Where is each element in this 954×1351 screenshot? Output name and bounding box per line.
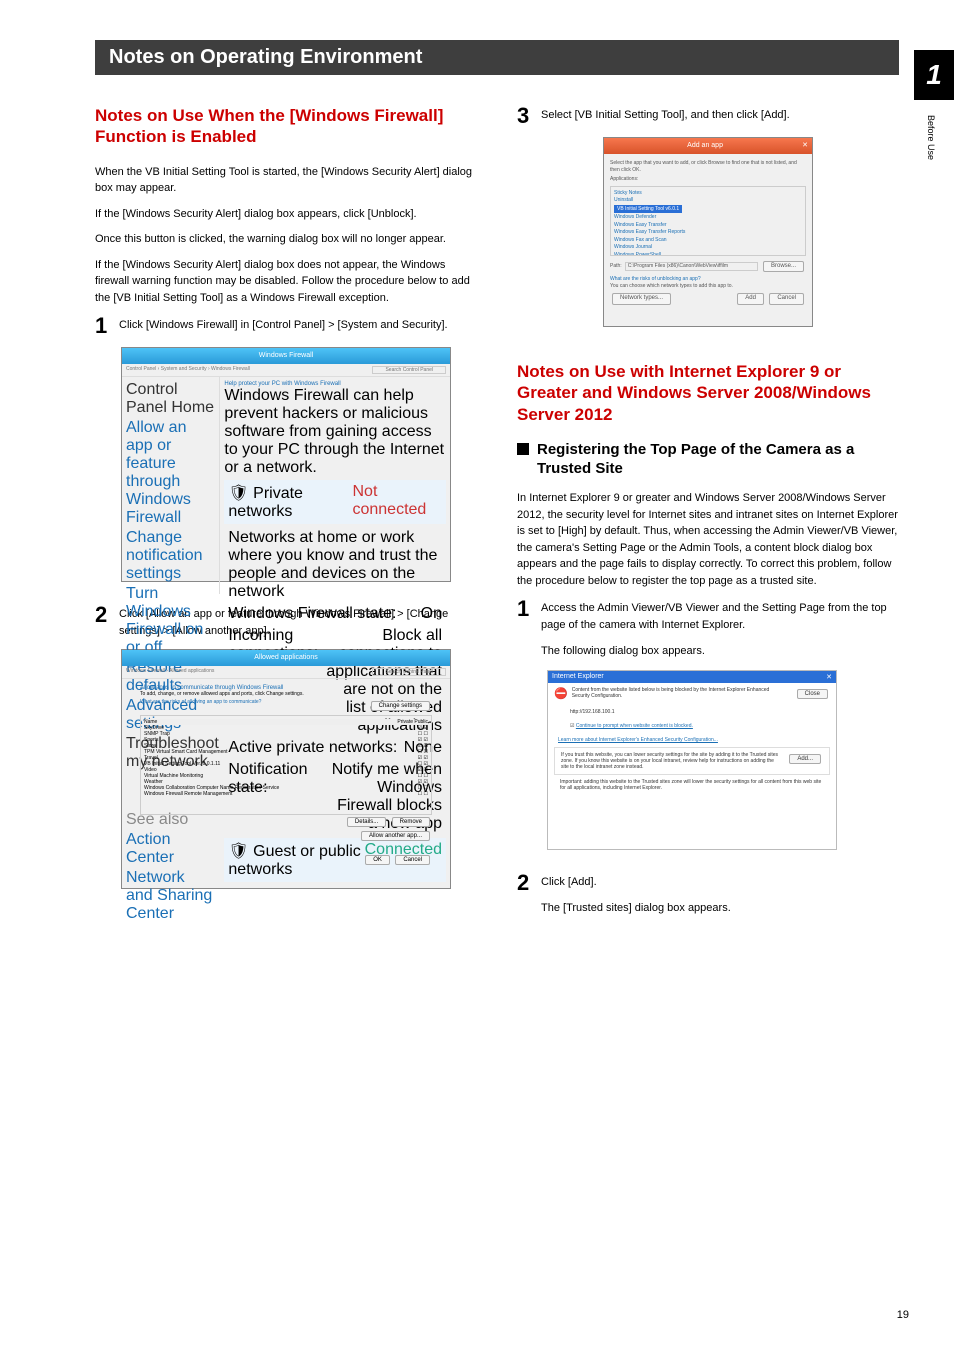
left-p3: Once this button is clicked, the warning… xyxy=(95,231,477,248)
addapp-h1: Select the app that you want to add, or … xyxy=(610,160,806,173)
wf-priv: Private networks xyxy=(228,485,303,520)
allowed-remove-btn: Remove xyxy=(392,817,430,827)
allowed-search: Search Control Panel xyxy=(372,668,446,676)
allowed-another-btn: Allow another app... xyxy=(361,831,430,841)
ie-close-btn: Close xyxy=(797,689,828,699)
list-item: Sticky Notes xyxy=(614,190,802,197)
wf-nav-turn: Turn Windows Firewall on or off xyxy=(126,585,215,657)
ie-msg1: Content from the website listed below is… xyxy=(572,687,789,701)
sidebar-label: Before Use xyxy=(926,115,936,160)
left-step-1: 1 Click [Windows Firewall] in [Control P… xyxy=(95,315,477,337)
list-item: Windows Firewall Remote Management xyxy=(144,791,232,797)
list-item: Windows PowerShell xyxy=(614,252,802,256)
page-tab: 1 xyxy=(914,50,954,100)
ie-url: http://192.168.100.1 xyxy=(548,705,836,719)
screenshot-add-an-app: Add an app ✕ Select the app that you want… xyxy=(603,137,813,327)
addapp-browse-btn: Browse... xyxy=(763,261,804,273)
allowed-risk: What are the risks of allowing an app to… xyxy=(140,699,261,713)
allowed-bc: Windows Firewall › Allowed applications xyxy=(126,668,214,676)
subsection-trusted-site: Registering the Top Page of the Camera a… xyxy=(517,441,899,479)
addapp-nettypes-btn: Network types... xyxy=(612,293,671,305)
close-icon: ✕ xyxy=(802,138,808,154)
right-step-1: 1 Access the Admin Viewer/VB Viewer and … xyxy=(517,598,899,660)
screenshot-allowed-apps: Allowed applications Windows Firewall › … xyxy=(121,649,451,889)
page-number: 19 xyxy=(897,1309,909,1321)
right-step-2: 2 Click [Add]. The [Trusted sites] dialo… xyxy=(517,872,899,917)
page-banner-title: Notes on Operating Environment xyxy=(109,46,422,68)
screenshot-ie-blocked: Internet Explorer ✕ ⛔ Content from the web… xyxy=(547,670,837,850)
list-item: Windows Defender xyxy=(614,214,802,221)
ie-msg2: If you trust this website, you can lower… xyxy=(561,752,781,770)
right-step-3-text: Select [VB Initial Setting Tool], and th… xyxy=(541,105,790,127)
right-step-2-after: The [Trusted sites] dialog box appears. xyxy=(541,898,731,917)
addapp-apps-lbl: Applications: xyxy=(610,176,806,183)
step-number: 1 xyxy=(517,598,531,660)
addapp-list: Sticky Notes Uninstall VB Initial Settin… xyxy=(610,186,806,256)
wf-nav-home: Control Panel Home xyxy=(126,381,215,417)
subsection-title: Registering the Top Page of the Camera a… xyxy=(537,441,899,479)
allowed-col-priv: Private xyxy=(397,719,413,725)
wf-breadcrumb: Control Panel › System and Security › Wi… xyxy=(126,366,250,374)
list-item: Windows Easy Transfer xyxy=(614,222,802,229)
ie-msg3: Important: adding this website to the Tr… xyxy=(554,775,830,795)
wf-priv-desc: Networks at home or work where you know … xyxy=(224,527,446,603)
allowed-cancel-btn: Cancel xyxy=(395,855,430,865)
ie-add-btn: Add... xyxy=(789,754,821,764)
wf-nav: Control Panel Home Allow an app or featu… xyxy=(122,377,220,594)
addapp-cancel-btn: Cancel xyxy=(769,293,804,305)
step-number: 3 xyxy=(517,105,531,127)
left-p4: If the [Windows Security Alert] dialog b… xyxy=(95,257,477,307)
screenshot-windows-firewall: Windows Firewall Control Panel › System … xyxy=(121,347,451,582)
wf-state-lbl: Windows Firewall state: xyxy=(228,605,396,623)
addapp-path-val: C:\Program Files (x86)\Canon\WebView\iff… xyxy=(625,262,758,271)
addapp-choose: You can choose which network types to ad… xyxy=(610,283,806,290)
right-p1: In Internet Explorer 9 or greater and Wi… xyxy=(517,490,899,589)
allowed-details-btn: Details... xyxy=(347,817,386,827)
tab-number: 1 xyxy=(926,59,942,91)
ie-learn-link: Learn more about Internet Explorer's Enh… xyxy=(558,737,718,743)
wf-title: Windows Firewall xyxy=(122,348,450,364)
addapp-path-lbl: Path: xyxy=(610,263,622,270)
left-column: Notes on Use When the [Windows Firewall]… xyxy=(95,105,477,927)
wf-priv-state: Not connected xyxy=(352,483,442,521)
allowed-title: Allowed applications xyxy=(122,650,450,666)
right-step-2-text: Click [Add]. xyxy=(541,872,731,891)
ie-title: Internet Explorer xyxy=(552,673,604,681)
left-heading: Notes on Use When the [Windows Firewall]… xyxy=(95,105,477,148)
list-item: Uninstall xyxy=(614,197,802,204)
list-item-selected: VB Initial Setting Tool v6.0.1 xyxy=(614,205,682,214)
ie-checkbox-label: Continue to prompt when website content … xyxy=(576,723,693,729)
shield-icon: ⛔ xyxy=(554,687,568,701)
wf-nav-allow: Allow an app or feature through Windows … xyxy=(126,419,215,527)
list-item: Windows Easy Transfer Reports xyxy=(614,229,802,236)
right-heading: Notes on Use with Internet Explorer 9 or… xyxy=(517,361,899,425)
step-number: 2 xyxy=(517,872,531,917)
square-marker-icon xyxy=(517,443,529,455)
allowed-table: NamePrivate Public SkyDrive☑ ☑ SNMP Trap… xyxy=(140,715,432,815)
addapp-title: Add an app xyxy=(687,138,723,154)
close-icon: ✕ xyxy=(826,673,832,681)
right-column: 3 Select [VB Initial Setting Tool], and … xyxy=(517,105,899,927)
step-number: 1 xyxy=(95,315,109,337)
left-step-1-text: Click [Windows Firewall] in [Control Pan… xyxy=(119,315,448,337)
allowed-ok-btn: OK xyxy=(365,855,390,865)
allowed-sub: To add, change, or remove allowed apps a… xyxy=(140,691,432,697)
list-item: Windows Journal xyxy=(614,244,802,251)
page-banner: Notes on Operating Environment xyxy=(95,40,899,75)
left-p2: If the [Windows Security Alert] dialog b… xyxy=(95,206,477,223)
right-step-3: 3 Select [VB Initial Setting Tool], and … xyxy=(517,105,899,127)
wf-h2: Windows Firewall can help prevent hacker… xyxy=(224,387,446,477)
wf-nav-notify: Change notification settings xyxy=(126,529,215,583)
right-step-1-text: Access the Admin Viewer/VB Viewer and th… xyxy=(541,598,899,633)
list-item: Windows Fax and Scan xyxy=(614,237,802,244)
step-number: 2 xyxy=(95,604,109,639)
left-p1: When the VB Initial Setting Tool is star… xyxy=(95,164,477,197)
wf-search: Search Control Panel xyxy=(372,366,446,374)
allowed-change-btn: Change settings xyxy=(371,701,430,711)
right-step-1-after: The following dialog box appears. xyxy=(541,641,899,660)
wf-state-val: On xyxy=(421,605,442,623)
wf-main: Help protect your PC with Windows Firewa… xyxy=(220,377,450,594)
addapp-add-btn: Add xyxy=(737,293,764,305)
